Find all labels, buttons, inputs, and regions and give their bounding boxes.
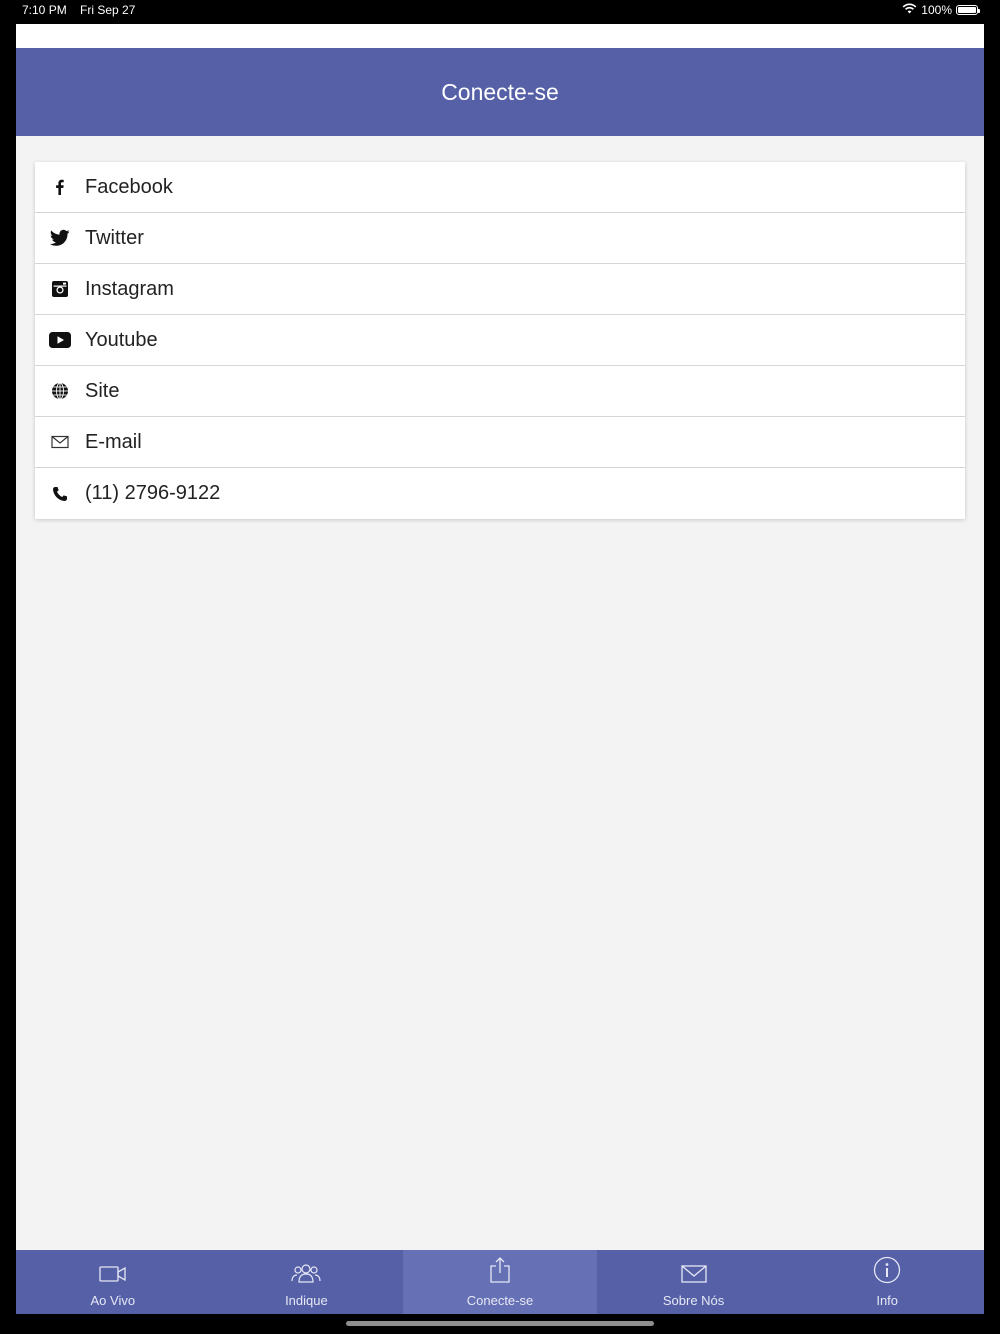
battery-percent: 100%	[921, 3, 952, 17]
list-item-twitter[interactable]: Twitter	[35, 213, 965, 264]
tab-bar: Ao Vivo Indique Conecte-se Sobre Nós Inf…	[16, 1250, 984, 1314]
tab-indique[interactable]: Indique	[210, 1250, 404, 1314]
phone-icon	[35, 486, 85, 502]
tab-label: Indique	[285, 1293, 328, 1308]
tab-info[interactable]: Info	[790, 1250, 984, 1314]
envelope-icon	[680, 1264, 708, 1293]
battery-icon	[956, 5, 980, 15]
list-item-facebook[interactable]: Facebook	[35, 162, 965, 213]
share-icon	[488, 1256, 512, 1293]
list-item-label: Twitter	[85, 226, 144, 249]
tab-label: Info	[876, 1293, 899, 1308]
tab-ao-vivo[interactable]: Ao Vivo	[16, 1250, 210, 1314]
tab-conecte-se[interactable]: Conecte-se	[403, 1250, 597, 1314]
list-item-label: Facebook	[85, 175, 173, 198]
list-item-phone[interactable]: (11) 2796-9122	[35, 468, 965, 519]
youtube-icon	[35, 332, 85, 348]
list-item-youtube[interactable]: Youtube	[35, 315, 965, 366]
list-item-site[interactable]: Site	[35, 366, 965, 417]
globe-icon	[35, 382, 85, 400]
tab-label: Ao Vivo	[90, 1293, 136, 1308]
list-item-instagram[interactable]: Instagram	[35, 264, 965, 315]
tab-label: Conecte-se	[466, 1293, 534, 1308]
status-date: Fri Sep 27	[80, 3, 136, 17]
app-window: Conecte-se Facebook Twitter Instagram Yo…	[16, 24, 984, 1314]
list-item-label: (11) 2796-9122	[85, 482, 221, 504]
top-strip	[16, 24, 984, 48]
mail-icon	[35, 435, 85, 449]
list-item-label: Instagram	[85, 277, 174, 300]
list-item-label: Youtube	[85, 328, 158, 351]
video-camera-icon	[99, 1264, 127, 1293]
list-item-label: E-mail	[85, 430, 142, 453]
tab-label: Sobre Nós	[662, 1293, 725, 1308]
links-list: Facebook Twitter Instagram Youtube Site	[35, 162, 965, 519]
tab-sobre-nos[interactable]: Sobre Nós	[597, 1250, 791, 1314]
status-time: 7:10 PM	[22, 3, 67, 17]
home-indicator[interactable]	[346, 1321, 654, 1326]
page-title: Conecte-se	[441, 78, 559, 105]
page-header: Conecte-se	[16, 48, 984, 136]
list-item-label: Site	[85, 379, 120, 402]
people-icon	[291, 1262, 321, 1293]
instagram-icon	[35, 280, 85, 298]
facebook-icon	[35, 178, 85, 196]
list-item-email[interactable]: E-mail	[35, 417, 965, 468]
status-bar: 7:10 PM Fri Sep 27 100%	[0, 0, 1000, 22]
info-icon	[873, 1256, 901, 1293]
twitter-icon	[35, 229, 85, 247]
wifi-icon	[902, 3, 917, 17]
